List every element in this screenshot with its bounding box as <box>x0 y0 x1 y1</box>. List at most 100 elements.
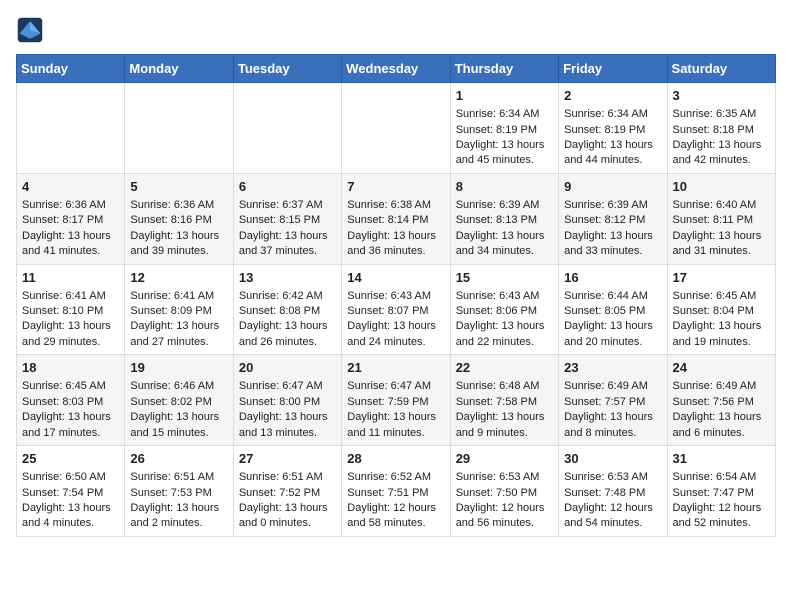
calendar-cell: 19Sunrise: 6:46 AMSunset: 8:02 PMDayligh… <box>125 355 233 446</box>
day-info: Daylight: 13 hours and 4 minutes. <box>22 501 119 532</box>
day-info: Sunrise: 6:48 AM <box>456 379 553 394</box>
day-info: Sunset: 8:16 PM <box>130 213 227 228</box>
calendar-cell: 13Sunrise: 6:42 AMSunset: 8:08 PMDayligh… <box>233 264 341 355</box>
calendar-cell: 20Sunrise: 6:47 AMSunset: 8:00 PMDayligh… <box>233 355 341 446</box>
day-number: 27 <box>239 450 336 468</box>
day-info: Daylight: 13 hours and 24 minutes. <box>347 319 444 350</box>
calendar-week-row: 18Sunrise: 6:45 AMSunset: 8:03 PMDayligh… <box>17 355 776 446</box>
calendar-cell: 23Sunrise: 6:49 AMSunset: 7:57 PMDayligh… <box>559 355 667 446</box>
calendar-cell: 6Sunrise: 6:37 AMSunset: 8:15 PMDaylight… <box>233 173 341 264</box>
day-info: Daylight: 12 hours and 56 minutes. <box>456 501 553 532</box>
day-info: Sunset: 8:09 PM <box>130 304 227 319</box>
calendar-cell <box>125 83 233 174</box>
day-info: Daylight: 13 hours and 39 minutes. <box>130 229 227 260</box>
day-info: Sunset: 8:10 PM <box>22 304 119 319</box>
day-info: Sunset: 8:03 PM <box>22 395 119 410</box>
day-info: Daylight: 13 hours and 11 minutes. <box>347 410 444 441</box>
day-number: 8 <box>456 178 553 196</box>
day-info: Sunrise: 6:37 AM <box>239 198 336 213</box>
day-info: Sunrise: 6:34 AM <box>564 107 661 122</box>
day-info: Sunrise: 6:40 AM <box>673 198 770 213</box>
day-info: Sunrise: 6:39 AM <box>564 198 661 213</box>
day-number: 31 <box>673 450 770 468</box>
day-info: Sunset: 8:19 PM <box>456 123 553 138</box>
day-info: Sunset: 8:08 PM <box>239 304 336 319</box>
day-number: 18 <box>22 359 119 377</box>
day-info: Sunrise: 6:53 AM <box>456 470 553 485</box>
calendar-cell: 30 Sunrise: 6:53 AMSunset: 7:48 PMDayligh… <box>559 446 667 537</box>
day-number: 17 <box>673 269 770 287</box>
col-header-monday: Monday <box>125 55 233 83</box>
calendar-cell: 15Sunrise: 6:43 AMSunset: 8:06 PMDayligh… <box>450 264 558 355</box>
day-number: 4 <box>22 178 119 196</box>
calendar-cell: 26Sunrise: 6:51 AMSunset: 7:53 PMDayligh… <box>125 446 233 537</box>
logo <box>16 16 48 44</box>
calendar-cell: 12Sunrise: 6:41 AMSunset: 8:09 PMDayligh… <box>125 264 233 355</box>
day-number: 6 <box>239 178 336 196</box>
day-number: 3 <box>673 87 770 105</box>
calendar-cell: 8Sunrise: 6:39 AMSunset: 8:13 PMDaylight… <box>450 173 558 264</box>
day-info: Daylight: 13 hours and 15 minutes. <box>130 410 227 441</box>
day-number: 30 <box>564 450 661 468</box>
day-info: Daylight: 13 hours and 2 minutes. <box>130 501 227 532</box>
day-number: 20 <box>239 359 336 377</box>
day-info: Sunrise: 6:53 AM <box>564 470 661 485</box>
day-info: Sunset: 8:17 PM <box>22 213 119 228</box>
calendar-cell: 5Sunrise: 6:36 AMSunset: 8:16 PMDaylight… <box>125 173 233 264</box>
day-number: 25 <box>22 450 119 468</box>
day-info: Sunset: 7:54 PM <box>22 486 119 501</box>
day-number: 10 <box>673 178 770 196</box>
day-info: Daylight: 13 hours and 17 minutes. <box>22 410 119 441</box>
calendar-cell: 1Sunrise: 6:34 AMSunset: 8:19 PMDaylight… <box>450 83 558 174</box>
day-number: 1 <box>456 87 553 105</box>
day-info: Sunset: 8:14 PM <box>347 213 444 228</box>
day-number: 11 <box>22 269 119 287</box>
header <box>16 16 776 44</box>
day-info: Sunrise: 6:41 AM <box>130 289 227 304</box>
day-info: Sunset: 8:13 PM <box>456 213 553 228</box>
calendar-cell: 17Sunrise: 6:45 AMSunset: 8:04 PMDayligh… <box>667 264 775 355</box>
calendar-cell: 27 Sunrise: 6:51 AMSunset: 7:52 PMDayligh… <box>233 446 341 537</box>
col-header-sunday: Sunday <box>17 55 125 83</box>
day-info: Sunrise: 6:51 AM <box>130 470 227 485</box>
day-number: 24 <box>673 359 770 377</box>
day-info: Sunrise: 6:47 AM <box>239 379 336 394</box>
day-info: Sunset: 8:15 PM <box>239 213 336 228</box>
calendar-cell: 3Sunrise: 6:35 AMSunset: 8:18 PMDaylight… <box>667 83 775 174</box>
day-number: 23 <box>564 359 661 377</box>
day-number: 5 <box>130 178 227 196</box>
day-info: Sunrise: 6:35 AM <box>673 107 770 122</box>
day-info: Daylight: 13 hours and 0 minutes. <box>239 501 336 532</box>
day-info: Sunset: 7:48 PM <box>564 486 661 501</box>
calendar-cell: 22Sunrise: 6:48 AMSunset: 7:58 PMDayligh… <box>450 355 558 446</box>
day-info: Sunrise: 6:54 AM <box>673 470 770 485</box>
day-number: 13 <box>239 269 336 287</box>
day-info: Sunset: 7:51 PM <box>347 486 444 501</box>
day-info: Sunset: 8:07 PM <box>347 304 444 319</box>
calendar-cell: 21Sunrise: 6:47 AMSunset: 7:59 PMDayligh… <box>342 355 450 446</box>
day-info: Sunset: 7:53 PM <box>130 486 227 501</box>
calendar-cell <box>342 83 450 174</box>
day-info: Sunrise: 6:43 AM <box>456 289 553 304</box>
day-info: Sunrise: 6:47 AM <box>347 379 444 394</box>
calendar-cell: 31Sunrise: 6:54 AMSunset: 7:47 PMDayligh… <box>667 446 775 537</box>
day-info: Sunset: 7:56 PM <box>673 395 770 410</box>
day-info: Sunset: 8:02 PM <box>130 395 227 410</box>
calendar-week-row: 25Sunrise: 6:50 AMSunset: 7:54 PMDayligh… <box>17 446 776 537</box>
day-info: Sunset: 7:52 PM <box>239 486 336 501</box>
calendar-cell: 2Sunrise: 6:34 AMSunset: 8:19 PMDaylight… <box>559 83 667 174</box>
day-info: Sunset: 7:50 PM <box>456 486 553 501</box>
day-info: Daylight: 13 hours and 27 minutes. <box>130 319 227 350</box>
day-info: Sunrise: 6:36 AM <box>22 198 119 213</box>
day-info: Sunset: 8:12 PM <box>564 213 661 228</box>
day-number: 16 <box>564 269 661 287</box>
col-header-friday: Friday <box>559 55 667 83</box>
day-info: Sunset: 8:06 PM <box>456 304 553 319</box>
day-info: Daylight: 13 hours and 31 minutes. <box>673 229 770 260</box>
day-info: Daylight: 13 hours and 42 minutes. <box>673 138 770 169</box>
day-info: Daylight: 12 hours and 54 minutes. <box>564 501 661 532</box>
day-info: Sunrise: 6:49 AM <box>673 379 770 394</box>
day-info: Sunrise: 6:50 AM <box>22 470 119 485</box>
day-info: Sunrise: 6:51 AM <box>239 470 336 485</box>
calendar-cell <box>17 83 125 174</box>
